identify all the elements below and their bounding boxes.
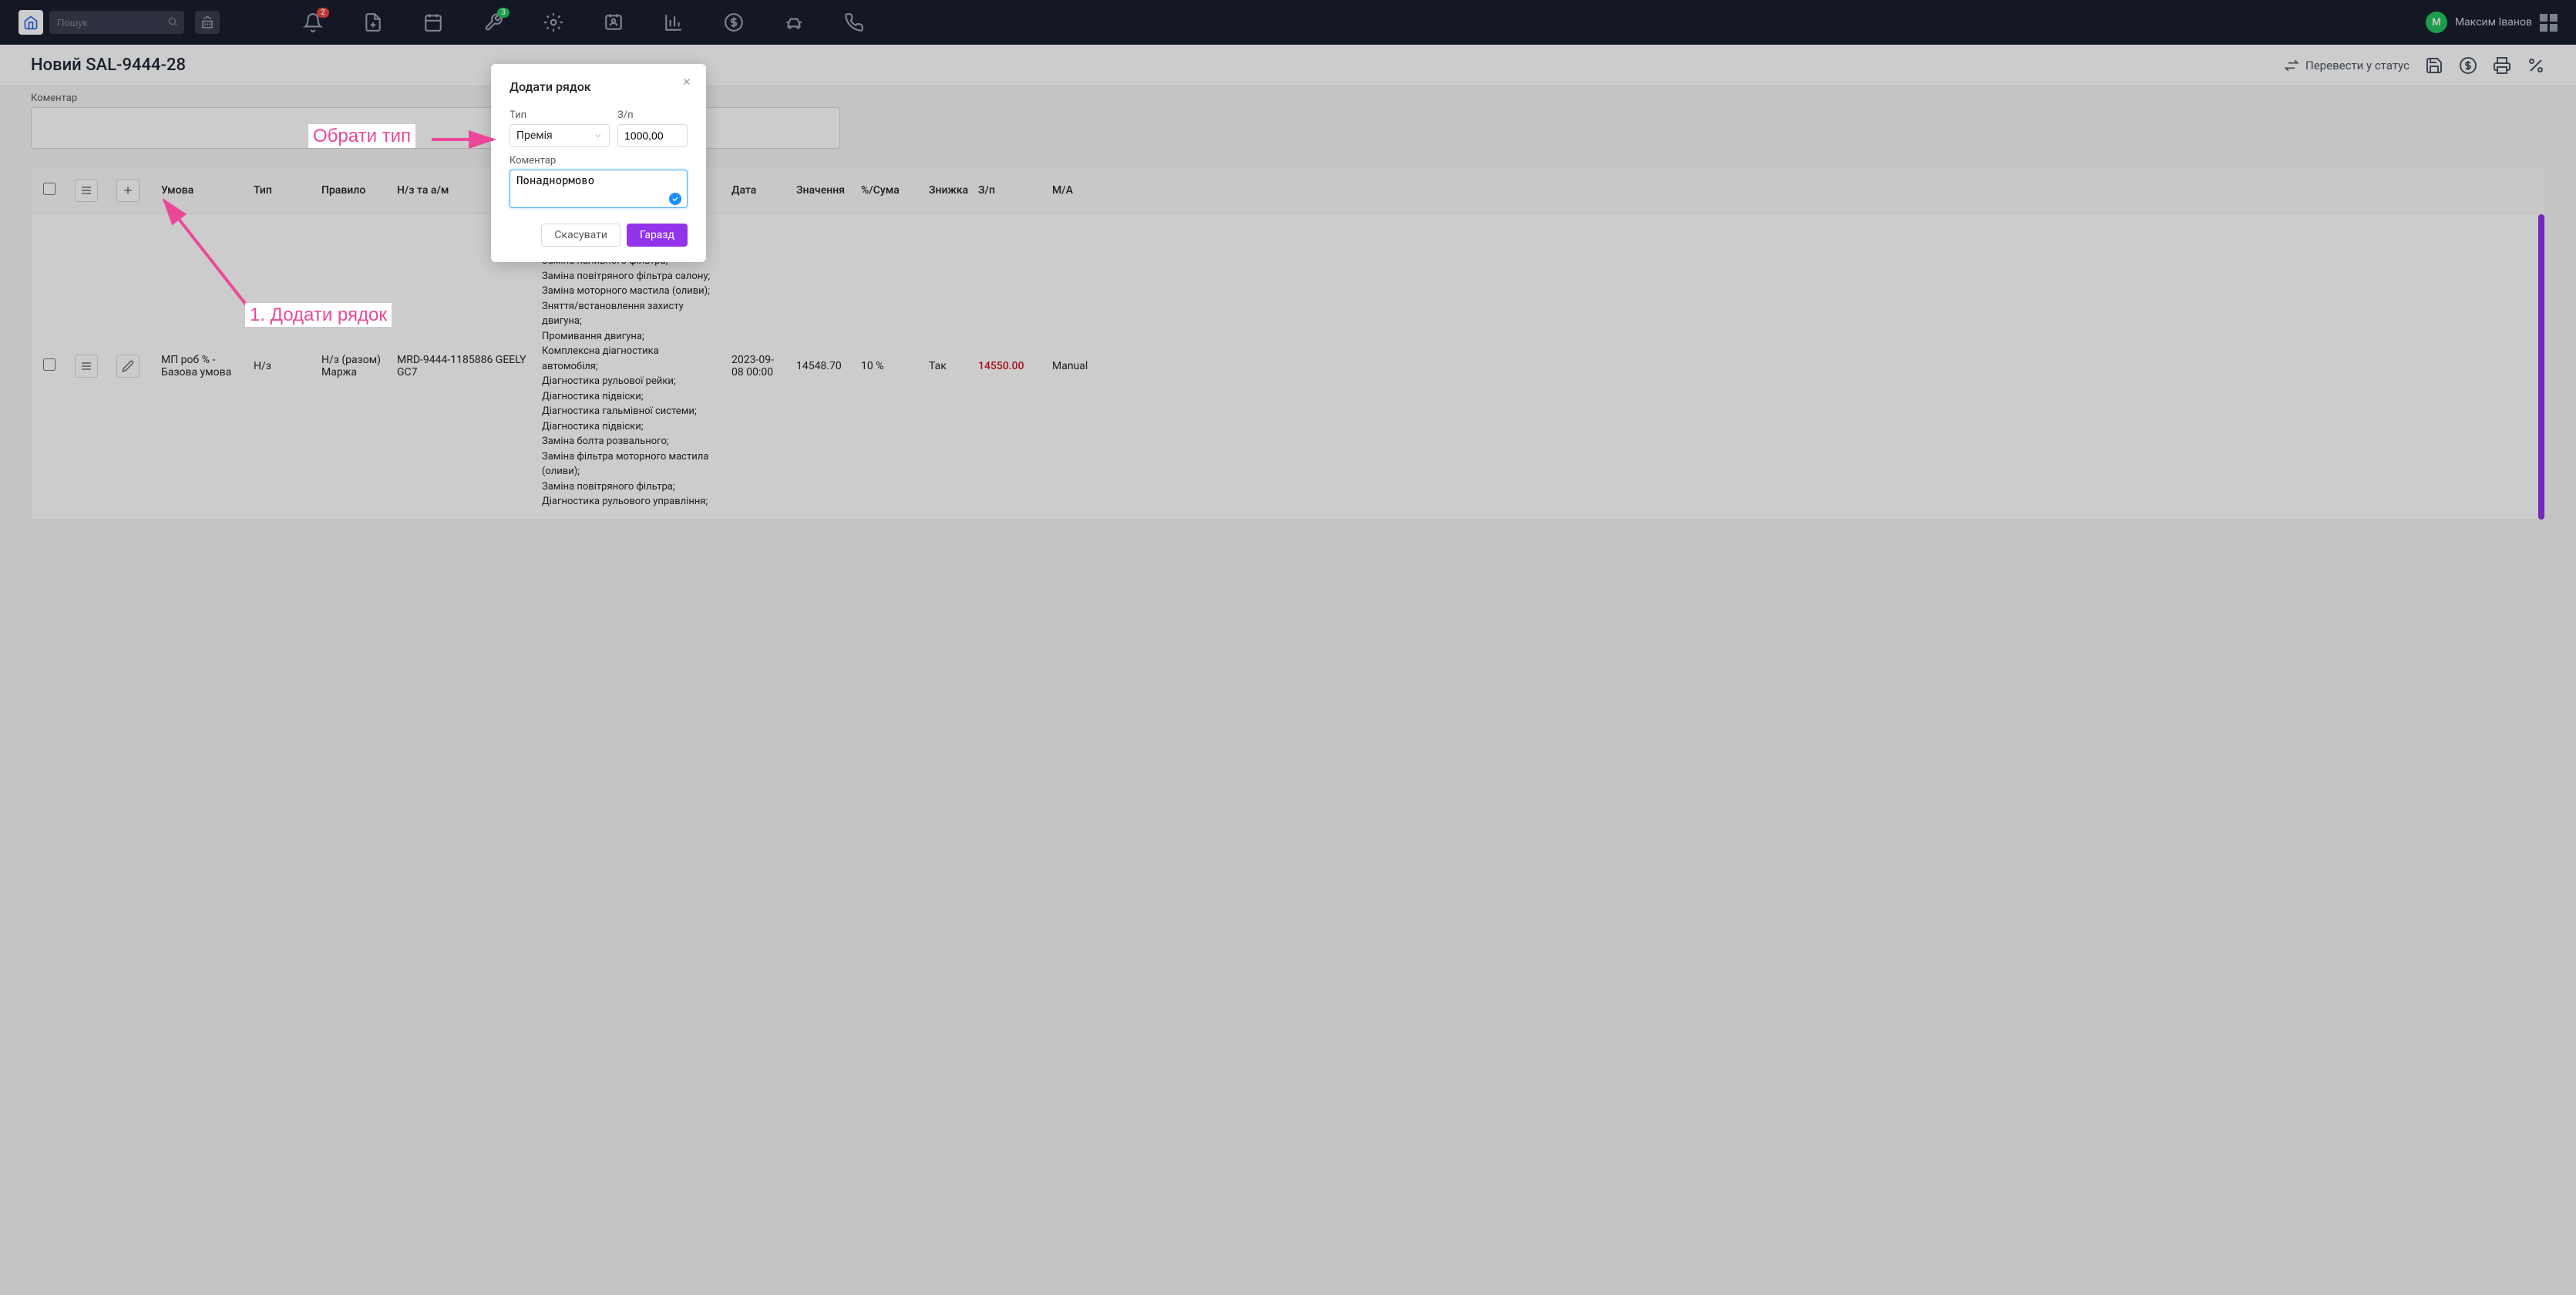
type-select-value: Премія <box>516 130 553 142</box>
modal-close-button[interactable] <box>681 76 692 90</box>
type-select[interactable]: Премія <box>509 124 610 147</box>
add-row-modal: Додати рядок Тип Премія З/п Коментар Ска… <box>491 64 706 262</box>
comment-field-label: Коментар <box>509 155 688 166</box>
close-icon <box>681 76 692 87</box>
comment-input[interactable] <box>509 170 688 208</box>
modal-title: Додати рядок <box>509 79 688 94</box>
modal-backdrop <box>0 0 2576 1295</box>
ok-button[interactable]: Гаразд <box>627 224 688 247</box>
cancel-button[interactable]: Скасувати <box>541 224 620 247</box>
zp-field-label: З/п <box>617 109 688 121</box>
validation-check-icon <box>669 193 681 205</box>
type-field-label: Тип <box>509 109 610 121</box>
chevron-down-icon <box>594 131 603 140</box>
zp-input[interactable] <box>617 124 688 147</box>
